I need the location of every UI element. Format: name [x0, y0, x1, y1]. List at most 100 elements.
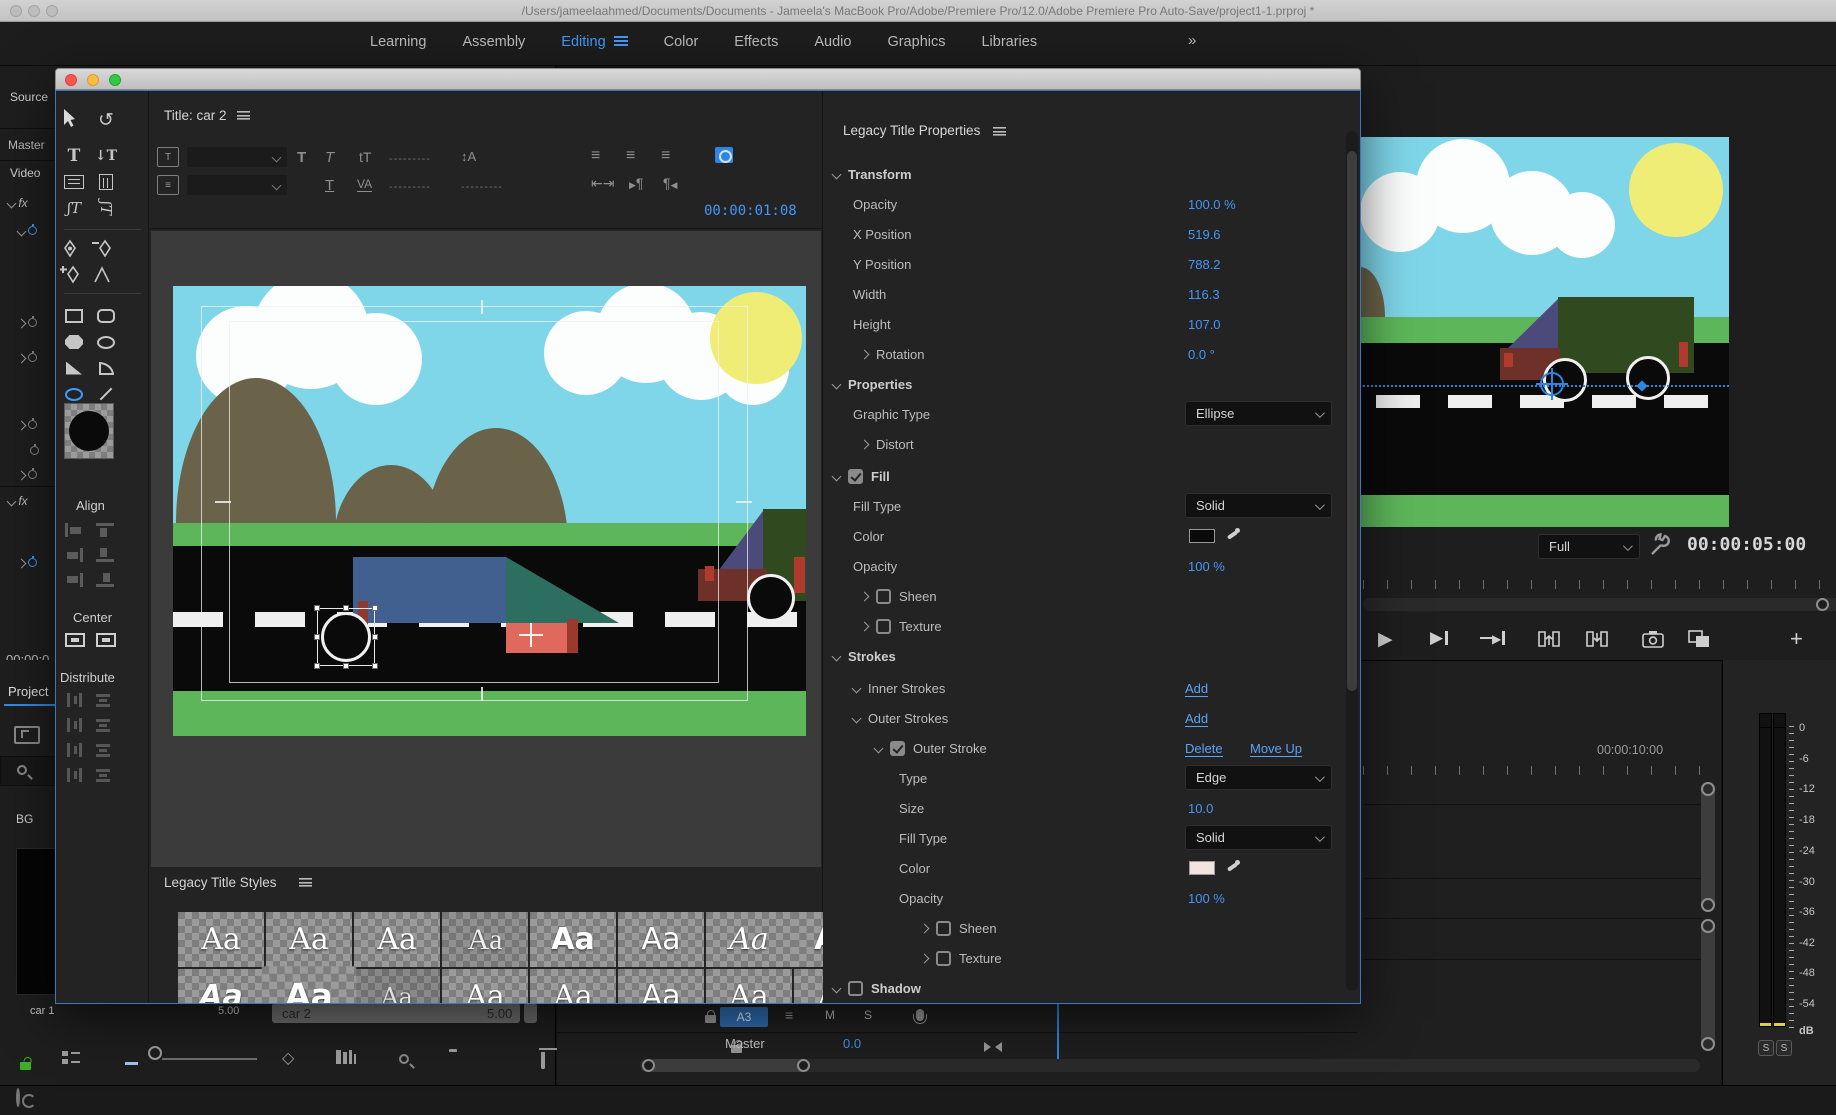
clipped-corner-rectangle-tool-icon[interactable]	[60, 330, 88, 354]
show-background-video-icon[interactable]	[715, 147, 733, 163]
eyedropper-icon[interactable]	[1225, 859, 1241, 875]
delete-anchor-tool-icon[interactable]	[92, 239, 120, 263]
project-item-selected[interactable]: car 2 5.00	[272, 1003, 520, 1023]
monitor-ruler[interactable]	[1363, 580, 1836, 589]
project-search-input[interactable]	[0, 756, 56, 786]
expand-icon[interactable]	[920, 923, 930, 933]
export-frame-camera-icon[interactable]	[1642, 630, 1664, 648]
timeline-ruler[interactable]	[1363, 766, 1723, 775]
move-up-stroke-link[interactable]: Move Up	[1250, 741, 1302, 757]
timeline-vertical-scrollbar[interactable]	[1701, 784, 1715, 910]
clip-thumbnail[interactable]	[16, 848, 56, 995]
height-value[interactable]: 107.0	[1188, 317, 1221, 332]
collapse-icon[interactable]	[852, 683, 862, 693]
strokes-section[interactable]: Strokes	[848, 649, 896, 664]
track-lock-icon[interactable]	[705, 1015, 716, 1023]
tab-project[interactable]: Project	[8, 684, 48, 699]
effect-group-fx[interactable]: fx	[8, 196, 28, 210]
track-a3-button[interactable]: A3	[720, 1007, 768, 1027]
stroke-opacity-value[interactable]: 100 %	[1188, 891, 1225, 906]
style-swatch[interactable]: Aa	[178, 912, 264, 967]
arc-tool-icon[interactable]	[92, 356, 120, 380]
effect-row[interactable]	[18, 316, 37, 330]
width-value[interactable]: 116.3	[1188, 287, 1220, 302]
align-bottom-icon[interactable]	[96, 573, 114, 587]
expand-icon[interactable]	[860, 439, 870, 449]
vertical-type-tool-icon[interactable]: ↓T	[92, 144, 120, 168]
fill-section[interactable]: Fill	[871, 469, 890, 484]
sheen-checkbox[interactable]	[876, 589, 891, 604]
effect-row[interactable]	[18, 556, 37, 570]
stroke-type-select[interactable]: Edge	[1185, 765, 1332, 790]
font-family-select[interactable]	[187, 147, 287, 167]
effect-row[interactable]	[18, 468, 37, 482]
rotation-value[interactable]: 0.0 °	[1188, 347, 1215, 362]
area-type-tool-icon[interactable]	[60, 170, 88, 194]
fill-opacity-value[interactable]: 100 %	[1188, 559, 1225, 574]
roll-crawl-options-icon[interactable]: ≡	[157, 175, 179, 195]
tab-editing[interactable]: Editing	[561, 34, 627, 50]
zoom-slider[interactable]	[162, 1058, 257, 1060]
style-swatch[interactable]: Aa	[266, 912, 352, 967]
distribute-right-icon[interactable]	[65, 743, 83, 757]
round-rectangle-tool-icon[interactable]	[92, 330, 120, 354]
tab-audio[interactable]: Audio	[814, 34, 851, 50]
stroke-color-swatch[interactable]	[1189, 861, 1215, 875]
tab-color[interactable]: Color	[664, 34, 699, 50]
effect-row[interactable]	[18, 418, 37, 432]
go-to-next-button[interactable]: ▶	[1480, 628, 1505, 648]
monitor-scrollbar-handle[interactable]	[1816, 598, 1829, 611]
expand-icon[interactable]	[860, 591, 870, 601]
creative-cloud-icon[interactable]	[16, 1088, 20, 1107]
distribute-h-even-icon[interactable]	[65, 768, 83, 782]
add-button[interactable]: +	[1790, 626, 1803, 652]
fill-color-swatch[interactable]	[1189, 529, 1215, 543]
stroke-fill-type-select[interactable]: Solid	[1185, 825, 1332, 850]
window-minimize-icon[interactable]	[87, 74, 99, 86]
rectangle-tool-icon[interactable]	[60, 304, 88, 328]
tracking-value[interactable]: ---------	[461, 181, 503, 193]
properties-section[interactable]: Properties	[848, 377, 912, 392]
kerning-value[interactable]: ---------	[389, 181, 431, 193]
leading-icon[interactable]: ↕A	[461, 149, 476, 164]
zoom-slider-knob[interactable]	[148, 1046, 162, 1060]
align-v-center-icon[interactable]	[96, 548, 114, 562]
paragraph-rtl-icon[interactable]: ¶◀	[663, 175, 677, 191]
style-swatch[interactable]: Aa	[442, 969, 528, 1004]
new-title-based-on-current-icon[interactable]: T	[157, 147, 179, 167]
add-outer-stroke-link[interactable]: Add	[1185, 711, 1208, 727]
center-horizontal-icon[interactable]	[65, 633, 85, 647]
effect-row[interactable]	[18, 224, 37, 238]
transform-section[interactable]: Transform	[848, 167, 912, 182]
delete-icon[interactable]	[541, 1052, 545, 1069]
master-value[interactable]: 0.0	[843, 1036, 861, 1051]
distribute-v-center-icon[interactable]	[96, 718, 114, 732]
collapse-icon[interactable]	[852, 713, 862, 723]
align-left-icon[interactable]	[65, 523, 83, 537]
style-swatch[interactable]: Aa	[262, 966, 357, 1004]
step-forward-button[interactable]: ▶	[1430, 628, 1448, 648]
pen-tool-icon[interactable]	[60, 239, 88, 263]
find-icon[interactable]	[336, 1050, 356, 1064]
project-item-name[interactable]: car 1	[30, 1005, 54, 1017]
effect-group-fx[interactable]: fx	[8, 494, 28, 508]
style-swatch[interactable]: Aa	[706, 912, 792, 967]
monitor-scrollbar[interactable]	[1363, 598, 1836, 611]
style-swatch[interactable]: Aa	[530, 912, 616, 967]
stroke-size-value[interactable]: 10.0	[1188, 801, 1213, 816]
solo-left-button[interactable]: S	[1758, 1040, 1774, 1056]
expand-icon[interactable]	[860, 349, 870, 359]
collapse-icon[interactable]	[832, 379, 842, 389]
shadow-section[interactable]: Shadow	[871, 981, 921, 996]
style-swatch[interactable]: Aa	[178, 969, 264, 1004]
tab-stops-icon[interactable]: ⇤⇥	[591, 175, 614, 192]
tab-assembly[interactable]: Assembly	[462, 34, 525, 50]
distribute-top-icon[interactable]	[96, 693, 114, 707]
x-position-value[interactable]: 519.6	[1188, 227, 1221, 242]
wedge-tool-icon[interactable]	[60, 356, 88, 380]
properties-menu-icon[interactable]	[993, 127, 1006, 136]
style-swatch[interactable]: Aa	[354, 969, 440, 1004]
solo-right-button[interactable]: S	[1776, 1040, 1792, 1056]
add-inner-stroke-link[interactable]: Add	[1185, 681, 1208, 697]
align-top-icon[interactable]	[96, 523, 114, 537]
